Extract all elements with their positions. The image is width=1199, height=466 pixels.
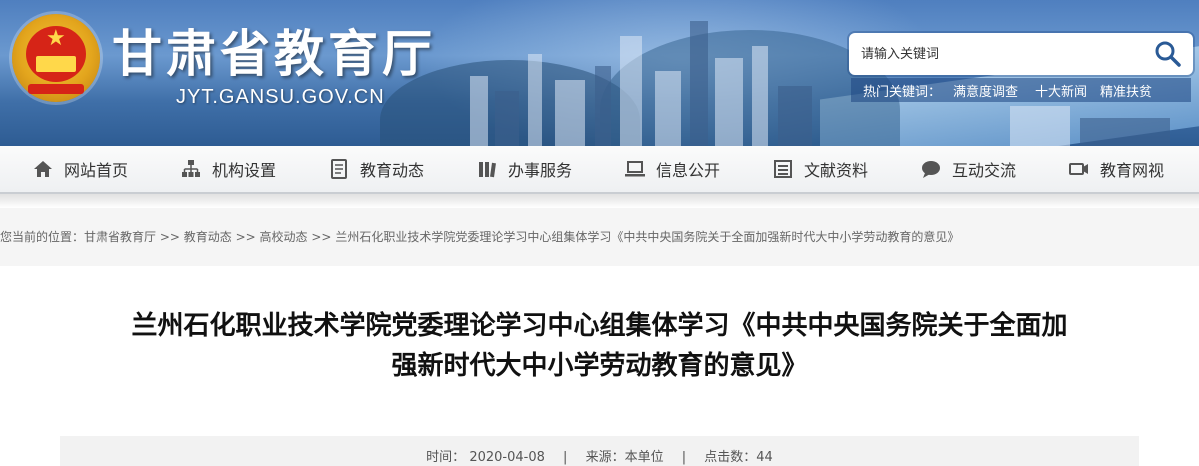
source-label: 来源：: [585, 450, 625, 465]
building-background: [1080, 118, 1170, 146]
home-icon: [34, 161, 52, 177]
article-source: 本单位: [624, 450, 664, 465]
site-url: JYT.GANSU.GOV.CN: [176, 86, 385, 108]
main-nav: 网站首页 机构设置 教育动态 办事服务 信息公开 文献资料 互动交流 教育网视: [0, 146, 1199, 194]
building-background: [778, 86, 812, 146]
building-background: [495, 91, 519, 146]
nav-item-label: 信息公开: [656, 161, 721, 180]
nav-item-label: 办事服务: [508, 161, 573, 180]
nav-item-interaction[interactable]: 互动交流: [920, 146, 1016, 192]
breadcrumb-current[interactable]: 兰州石化职业技术学院党委理论学习中心组集体学习《中共中央国务院关于全面加强新时代…: [335, 230, 959, 244]
building-background: [595, 66, 611, 146]
nav-item-label: 教育动态: [360, 161, 425, 180]
site-header: ★ 甘肃省教育厅 JYT.GANSU.GOV.CN 热门关键词： 满意度调查 十…: [0, 0, 1199, 146]
nav-item-documents[interactable]: 文献资料: [772, 146, 868, 192]
article-title-line: 兰州石化职业技术学院党委理论学习中心组集体学习《中共中央国务院关于全面加: [131, 311, 1068, 341]
breadcrumb-link[interactable]: 高校动态: [260, 230, 308, 244]
building-background: [1010, 106, 1070, 146]
breadcrumb-bar: 您当前的位置：甘肃省教育厅 >> 教育动态 >> 高校动态 >> 兰州石化职业技…: [0, 208, 1199, 266]
clicks-label: 点击数：: [704, 450, 757, 465]
chat-icon: [922, 161, 940, 178]
nav-item-label: 机构设置: [212, 161, 277, 180]
breadcrumb-separator: >>: [156, 230, 184, 244]
building-background: [528, 54, 542, 146]
site-title[interactable]: 甘肃省教育厅: [112, 14, 436, 86]
hot-keywords-bar: 热门关键词： 满意度调查 十大新闻 精准扶贫: [851, 78, 1191, 102]
article-title: 兰州石化职业技术学院党委理论学习中心组集体学习《中共中央国务院关于全面加 强新时…: [40, 306, 1159, 386]
nav-item-education-tv[interactable]: 教育网视: [1068, 146, 1164, 192]
org-chart-icon: [182, 160, 200, 177]
tiananmen-icon: [36, 56, 76, 72]
search-box: [849, 33, 1193, 75]
breadcrumb-prefix: 您当前的位置：: [0, 230, 85, 244]
click-count: 44: [756, 450, 773, 465]
nav-item-home[interactable]: 网站首页: [32, 146, 128, 192]
breadcrumb-link[interactable]: 甘肃省教育厅: [84, 230, 156, 244]
building-background: [655, 71, 681, 146]
publish-time: 2020-04-08: [469, 450, 545, 465]
nav-item-label: 互动交流: [952, 161, 1017, 180]
video-camera-icon: [1069, 163, 1088, 175]
nav-shadow: [0, 194, 1199, 208]
breadcrumb-link[interactable]: 教育动态: [184, 230, 232, 244]
nav-item-label: 教育网视: [1100, 161, 1165, 180]
meta-divider: |: [563, 450, 568, 465]
emblem-ribbon: [28, 84, 84, 94]
building-background: [555, 80, 585, 146]
nav-item-services[interactable]: 办事服务: [476, 146, 572, 192]
article-meta: 时间： 2020-04-08 | 来源：本单位 | 点击数：44: [60, 446, 1139, 465]
document-icon: [331, 159, 347, 179]
article-title-line: 强新时代大中小学劳动教育的意见》: [391, 351, 808, 381]
nav-item-organization[interactable]: 机构设置: [180, 146, 276, 192]
time-label: 时间：: [426, 450, 466, 465]
national-emblem-logo[interactable]: ★: [12, 14, 100, 102]
breadcrumb-separator: >>: [307, 230, 336, 244]
building-background: [752, 46, 768, 146]
laptop-icon: [625, 161, 645, 177]
books-icon: [479, 162, 496, 178]
hot-keyword-link[interactable]: 满意度调查: [953, 81, 1018, 100]
search-icon: [1155, 41, 1181, 67]
nav-item-info-disclosure[interactable]: 信息公开: [624, 146, 720, 192]
nav-item-label: 文献资料: [804, 161, 869, 180]
building-background: [470, 76, 488, 146]
breadcrumb: 您当前的位置：甘肃省教育厅 >> 教育动态 >> 高校动态 >> 兰州石化职业技…: [0, 228, 959, 245]
building-background: [715, 58, 743, 146]
hot-keyword-link[interactable]: 十大新闻: [1035, 81, 1087, 100]
nav-item-label: 网站首页: [64, 161, 129, 180]
star-icon: ★: [46, 26, 66, 51]
search-button[interactable]: [1153, 39, 1183, 69]
building-background: [690, 21, 708, 146]
archive-icon: [774, 160, 792, 178]
breadcrumb-separator: >>: [231, 230, 260, 244]
meta-divider: |: [681, 450, 687, 465]
nav-item-news[interactable]: 教育动态: [328, 146, 424, 192]
building-background: [620, 36, 642, 146]
search-input[interactable]: [861, 33, 1141, 75]
hot-keywords-label: 热门关键词：: [863, 85, 942, 100]
article-meta-bar: 时间： 2020-04-08 | 来源：本单位 | 点击数：44: [60, 436, 1139, 466]
hot-keyword-link[interactable]: 精准扶贫: [1100, 81, 1152, 100]
